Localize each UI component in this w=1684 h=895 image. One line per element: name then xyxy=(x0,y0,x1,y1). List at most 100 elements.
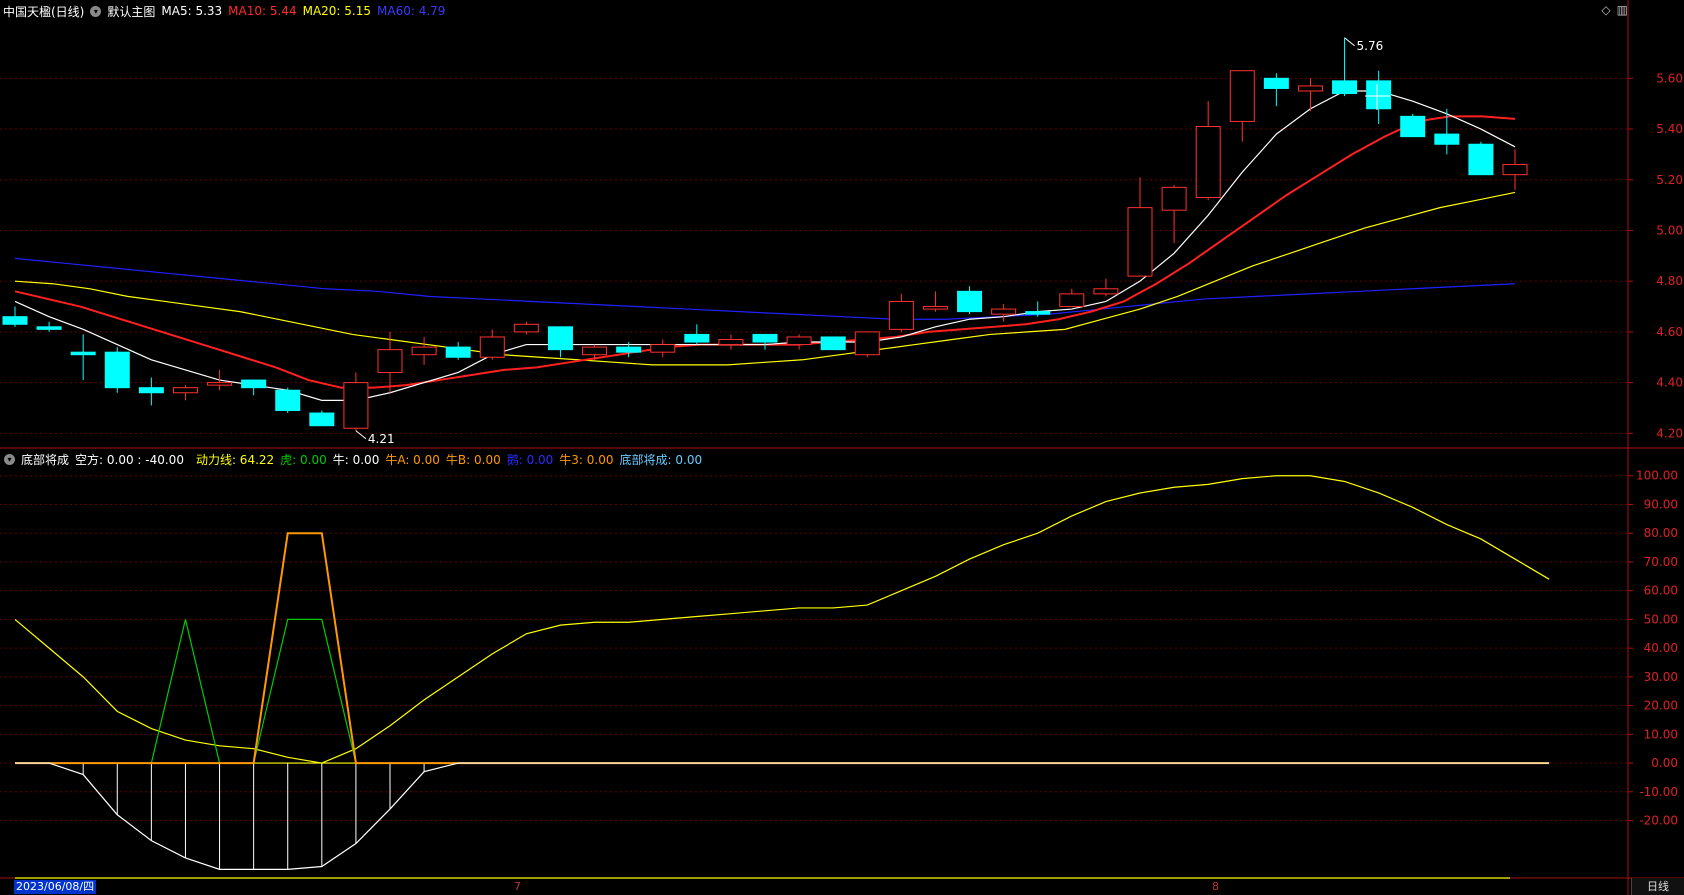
candle-body xyxy=(172,387,198,394)
candlestick-series xyxy=(2,37,1528,431)
dropdown-chevron-icon[interactable]: ▾ xyxy=(4,453,15,465)
price-tick-label: 5.60 xyxy=(1656,71,1683,85)
indicator-item: 虎: 0.00 xyxy=(280,452,327,467)
indicator-axis: 100.00 90.00 80.00 70.00 60.00 50.00 40.00 30.0… xyxy=(1628,469,1678,828)
candle-body xyxy=(1229,70,1255,122)
candle-body xyxy=(479,336,505,358)
indicator-item: 动力线: 64.22 xyxy=(195,452,275,467)
panel-icon[interactable]: ▥ xyxy=(1617,3,1628,17)
price-tick-label: 4.60 xyxy=(1656,325,1683,339)
candle-body xyxy=(650,344,676,353)
chart-canvas[interactable]: 4.20 4.40 4.60 4.80 5.00 5.20 5.40 5.60 5.76 4.2… xyxy=(0,0,1684,895)
candle-body xyxy=(1297,85,1323,92)
month-mark: 7 xyxy=(514,880,521,893)
annotation-label: 4.21 xyxy=(368,432,395,446)
annotation-label: 5.76 xyxy=(1357,39,1384,53)
candle-body xyxy=(684,333,710,343)
indicator-legend: ▾ 底部将成 空方: 0.00 : -40.00 动力线: 64.22 虎: 0… xyxy=(0,450,702,468)
candle-body xyxy=(207,382,233,386)
candle-body xyxy=(547,326,573,351)
diamond-icon[interactable]: ◇ xyxy=(1601,3,1610,17)
indicator-item: 牛A: 0.00 xyxy=(385,452,440,467)
ma60-label: MA60: 4.79 xyxy=(377,4,446,18)
ma5-label: MA5: 5.33 xyxy=(161,4,223,18)
candle-body xyxy=(1025,311,1051,315)
candle-body xyxy=(786,336,812,346)
price-tick-label: 5.40 xyxy=(1656,122,1683,136)
candle-body xyxy=(1366,80,1392,110)
ma5-line xyxy=(14,90,1516,401)
indicator-item: 空方: 0.00 : -40.00 xyxy=(75,452,184,467)
indicator-item: 牛3: 0.00 xyxy=(559,452,614,467)
price-tick-label: 4.80 xyxy=(1656,274,1683,288)
indicator-tick-label: 20.00 xyxy=(1644,699,1678,713)
indicator-tick-label: 80.00 xyxy=(1644,526,1678,540)
candle-body xyxy=(241,379,267,389)
price-tick-label: 5.20 xyxy=(1656,173,1683,187)
dropdown-chevron-icon[interactable]: ▾ xyxy=(90,5,102,17)
candle-body xyxy=(718,339,744,346)
indicator-line-hu xyxy=(15,618,1550,764)
indicator-tick-label: 40.00 xyxy=(1644,641,1678,655)
indicator-tick-label: 30.00 xyxy=(1644,670,1678,684)
candle-body xyxy=(343,382,369,429)
candle-body xyxy=(957,290,983,313)
candle-body xyxy=(1502,164,1528,176)
candle-body xyxy=(411,346,437,356)
candle-body xyxy=(922,306,948,310)
candle-body xyxy=(854,331,880,356)
candle-body xyxy=(1332,80,1358,95)
indicator-tick-label: 0.00 xyxy=(1651,756,1678,770)
candle-body xyxy=(70,351,96,356)
candle-body xyxy=(445,346,471,358)
candle-body xyxy=(752,333,778,343)
price-grid xyxy=(0,0,1684,895)
period-tab[interactable]: 日线 xyxy=(1631,878,1684,895)
annotation-pointer xyxy=(355,430,367,440)
candle-body xyxy=(513,323,539,333)
candle-body xyxy=(138,387,164,394)
candle-body xyxy=(1263,77,1289,89)
candle-body xyxy=(2,316,28,325)
main-chart-legend: 中国天楹(日线) ▾ 默认主图 MA5: 5.33 MA10: 5.44 MA2… xyxy=(0,2,445,20)
indicator-tick-label: -10.00 xyxy=(1639,785,1678,799)
ma10-label: MA10: 5.44 xyxy=(228,4,297,18)
candle-body xyxy=(820,336,846,351)
candle-body xyxy=(275,389,301,412)
candle-body xyxy=(377,349,403,373)
candle-body xyxy=(616,346,642,353)
indicator-line-kongfang xyxy=(15,762,1550,870)
ma60-line xyxy=(14,257,1516,320)
candle-body xyxy=(309,412,335,427)
indicator-item: 鹅: 0.00 xyxy=(506,452,554,467)
candle-body xyxy=(36,326,62,330)
indicator-item: 牛B: 0.00 xyxy=(445,452,501,467)
price-tick-label: 5.00 xyxy=(1656,223,1683,237)
price-tick-label: 4.40 xyxy=(1656,376,1683,390)
main-chart-name[interactable]: 默认主图 xyxy=(107,3,155,20)
indicator-tick-label: 70.00 xyxy=(1644,555,1678,569)
candle-body xyxy=(1195,126,1221,198)
indicator-name[interactable]: 底部将成 xyxy=(21,451,69,468)
indicator-tick-label: 50.00 xyxy=(1644,612,1678,626)
candle-body xyxy=(104,351,130,389)
candle-body xyxy=(1434,133,1460,145)
indicator-tick-label: 100.00 xyxy=(1636,469,1678,483)
candle-body xyxy=(991,308,1017,315)
candle-body xyxy=(1059,293,1085,308)
indicator-item: 牛: 0.00 xyxy=(332,452,380,467)
candle-body xyxy=(1161,186,1187,211)
price-axis: 4.20 4.40 4.60 4.80 5.00 5.20 5.40 5.60 xyxy=(1628,71,1683,440)
stock-name: 中国天楹(日线) xyxy=(3,4,85,19)
candle-body xyxy=(888,300,914,330)
candle-body xyxy=(1093,288,1119,295)
indicator-grid xyxy=(0,475,1628,822)
indicator-tick-label: -20.00 xyxy=(1639,814,1678,828)
price-tick-label: 4.20 xyxy=(1656,426,1683,440)
price-annotations: 5.76 4.21 xyxy=(355,37,1384,446)
candle-body xyxy=(1468,143,1494,176)
cursor-date: 2023/06/08/四 xyxy=(14,880,97,894)
indicator-tick-label: 60.00 xyxy=(1644,584,1678,598)
candle-body xyxy=(582,346,608,356)
indicator-tick-label: 10.00 xyxy=(1644,727,1678,741)
